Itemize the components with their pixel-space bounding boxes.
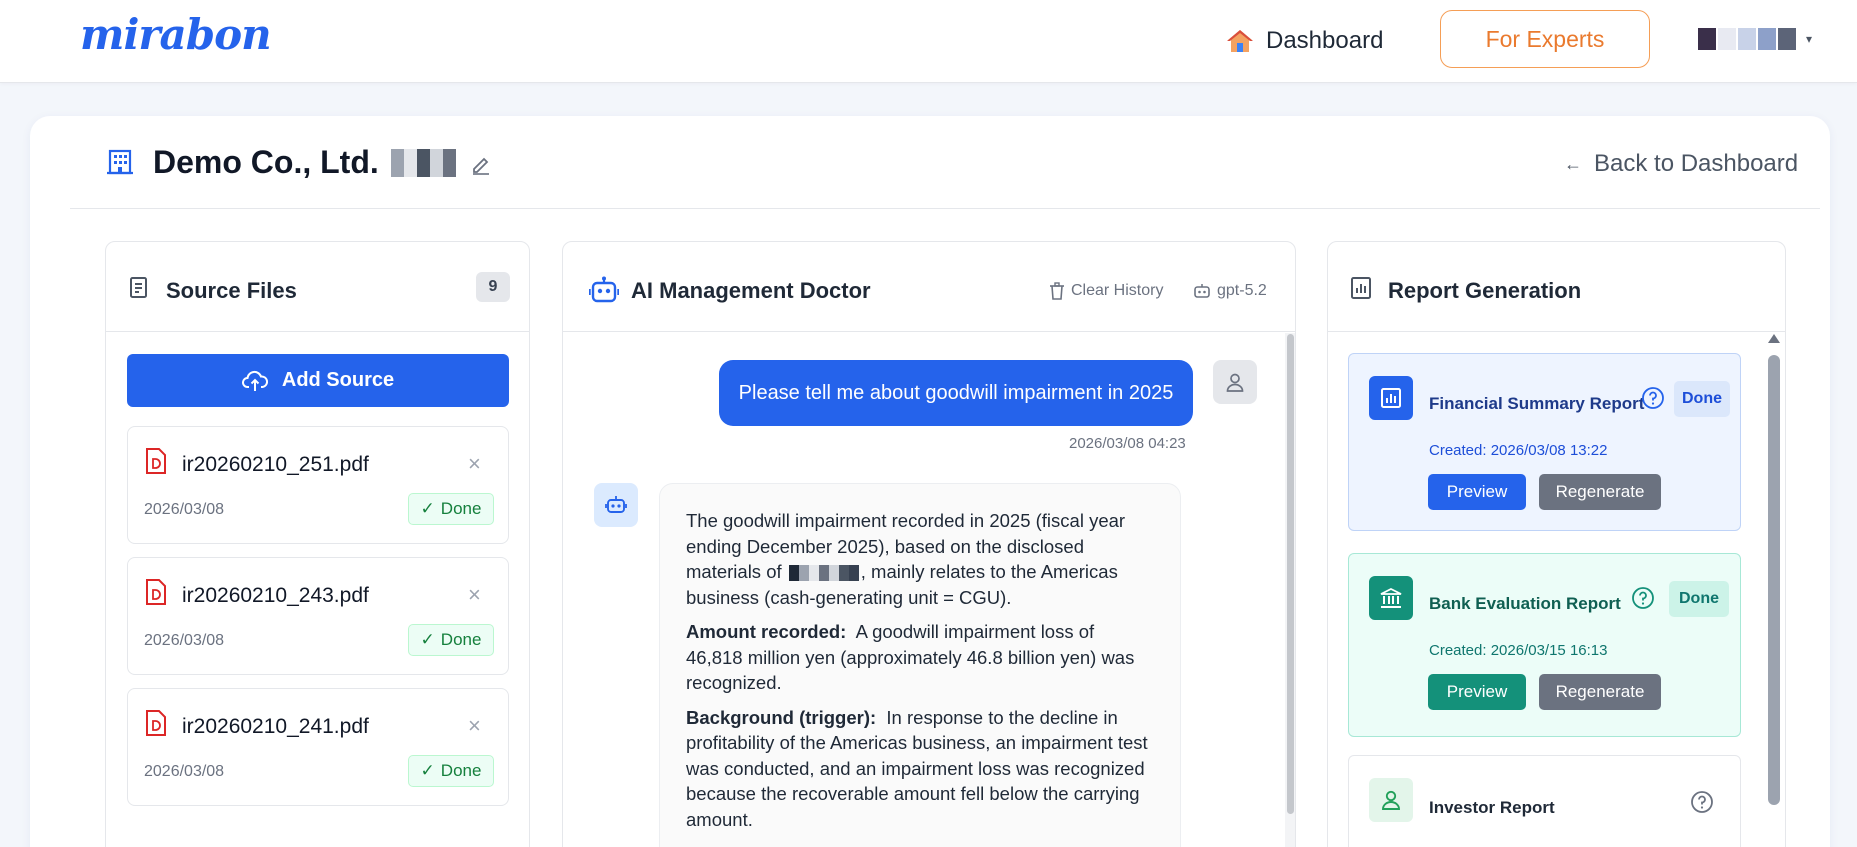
- add-source-label: Add Source: [281, 369, 395, 391]
- document-icon: [130, 277, 147, 298]
- pdf-file-icon: [146, 710, 166, 736]
- redacted-company: [788, 565, 859, 582]
- pdf-file-icon: [146, 579, 166, 605]
- regenerate-button[interactable]: Regenerate: [1539, 674, 1661, 710]
- report-generation-header: Report Generation: [1328, 242, 1785, 332]
- regenerate-button[interactable]: Regenerate: [1539, 474, 1661, 510]
- report-title: Investor Report: [1429, 798, 1555, 817]
- source-files-panel: Source Files 9 Add Source ir20260210_251…: [105, 241, 530, 847]
- scroll-up-icon[interactable]: [1768, 334, 1780, 343]
- close-icon[interactable]: ×: [468, 713, 481, 739]
- source-count-badge: 9: [476, 272, 510, 302]
- status-badge: Done: [1669, 581, 1729, 617]
- redacted-name: [390, 148, 456, 177]
- help-icon[interactable]: [1641, 386, 1665, 410]
- report-generation-title: Report Generation: [1388, 278, 1582, 303]
- model-selector[interactable]: gpt-5.2: [1193, 282, 1267, 300]
- company-name: Demo Co., Ltd.: [153, 144, 379, 180]
- ai-doctor-header: AI Management Doctor Clear History gpt-5…: [563, 242, 1295, 332]
- check-icon: ✓: [420, 630, 435, 649]
- trash-icon: [1050, 282, 1064, 300]
- file-date: 2026/03/08: [144, 501, 225, 518]
- source-files-title: Source Files: [166, 278, 297, 303]
- for-experts-button[interactable]: For Experts: [1440, 10, 1650, 68]
- report-title: Financial Summary Report: [1429, 394, 1645, 413]
- bot-message: The goodwill impairment recorded in 2025…: [659, 483, 1181, 847]
- status-label: Done: [440, 630, 482, 649]
- user-message: Please tell me about goodwill impairment…: [719, 360, 1193, 426]
- report-card-financial-summary: Financial Summary Report Done Created: 2…: [1348, 353, 1741, 531]
- bot-bold-label: Background (trigger):: [686, 706, 877, 728]
- preview-button[interactable]: Preview: [1428, 474, 1526, 510]
- bot-bold-label: Amount recorded:: [686, 621, 847, 642]
- file-date: 2026/03/08: [144, 763, 225, 780]
- close-icon[interactable]: ×: [468, 582, 481, 608]
- user-menu[interactable]: ▾: [1698, 24, 1812, 54]
- user-avatar-redacted: [1698, 28, 1796, 50]
- file-name: ir20260210_241.pdf: [182, 715, 369, 738]
- robot-icon: [1194, 284, 1210, 298]
- robot-icon: [589, 276, 619, 303]
- building-icon: [107, 149, 133, 175]
- status-label: Done: [440, 761, 482, 780]
- preview-button[interactable]: Preview: [1428, 674, 1526, 710]
- robot-icon: [605, 496, 627, 513]
- user-icon: [1369, 778, 1413, 822]
- file-name: ir20260210_251.pdf: [182, 453, 369, 476]
- file-date: 2026/03/08: [144, 632, 225, 649]
- nav-dashboard-link[interactable]: Dashboard: [1226, 24, 1383, 58]
- chat-scrollbar-thumb[interactable]: [1287, 334, 1294, 814]
- close-icon[interactable]: ×: [468, 451, 481, 477]
- bar-chart-icon: [1369, 376, 1413, 420]
- user-icon: [1226, 373, 1244, 392]
- back-label: Back to Dashboard: [1594, 150, 1799, 177]
- house-icon: [1227, 30, 1253, 52]
- source-file-item[interactable]: ir20260210_243.pdf × 2026/03/08 ✓ Done: [127, 557, 509, 675]
- report-card-bank-evaluation: Bank Evaluation Report Done Created: 202…: [1348, 553, 1741, 737]
- report-card-investor: Investor Report: [1348, 755, 1741, 847]
- source-file-item[interactable]: ir20260210_241.pdf × 2026/03/08 ✓ Done: [127, 688, 509, 806]
- model-label: gpt-5.2: [1217, 282, 1267, 299]
- report-created: Created: 2026/03/08 13:22: [1429, 442, 1608, 459]
- status-label: Done: [440, 499, 482, 518]
- back-to-dashboard-link[interactable]: ← Back to Dashboard: [1564, 150, 1798, 178]
- bot-paragraph: Amount recorded: A goodwill impairment l…: [686, 619, 1154, 696]
- pdf-file-icon: [146, 448, 166, 474]
- app-logo[interactable]: mirabon: [80, 10, 272, 59]
- user-avatar: [1213, 360, 1257, 404]
- report-title: Bank Evaluation Report: [1429, 594, 1621, 613]
- clear-history-label: Clear History: [1071, 282, 1164, 299]
- page-title: Demo Co., Ltd.: [153, 144, 456, 181]
- top-navbar: mirabon Dashboard For Experts ▾: [0, 0, 1857, 83]
- help-icon[interactable]: [1631, 586, 1655, 610]
- bot-avatar: [594, 483, 638, 527]
- clear-history-button[interactable]: Clear History: [1049, 282, 1163, 300]
- bot-paragraph: Background (trigger): In response to the…: [686, 705, 1154, 833]
- bar-chart-icon: [1351, 277, 1371, 299]
- status-badge: ✓ Done: [408, 493, 494, 525]
- check-icon: ✓: [420, 761, 435, 780]
- ai-doctor-title: AI Management Doctor: [631, 278, 871, 303]
- arrow-left-icon: ←: [1564, 153, 1582, 174]
- report-generation-panel: Report Generation Financial Summary Repo…: [1327, 241, 1786, 847]
- report-created: Created: 2026/03/15 16:13: [1429, 642, 1608, 659]
- source-file-item[interactable]: ir20260210_251.pdf × 2026/03/08 ✓ Done: [127, 426, 509, 544]
- report-scrollbar-thumb[interactable]: [1768, 355, 1780, 805]
- chevron-down-icon: ▾: [1806, 32, 1813, 46]
- status-badge: ✓ Done: [408, 624, 494, 656]
- bot-paragraph: The goodwill impairment recorded in 2025…: [686, 508, 1154, 610]
- cloud-upload-icon: [241, 370, 268, 391]
- status-badge: ✓ Done: [408, 755, 494, 787]
- ai-doctor-panel: AI Management Doctor Clear History gpt-5…: [562, 241, 1296, 847]
- check-icon: ✓: [420, 499, 435, 518]
- nav-dashboard-label: Dashboard: [1266, 27, 1384, 54]
- bank-icon: [1369, 576, 1413, 620]
- file-name: ir20260210_243.pdf: [182, 584, 369, 607]
- add-source-button[interactable]: Add Source: [127, 354, 509, 407]
- edit-icon[interactable]: [470, 153, 492, 175]
- source-files-header: Source Files 9: [106, 242, 529, 332]
- status-badge: Done: [1674, 381, 1730, 417]
- help-icon[interactable]: [1690, 790, 1714, 814]
- message-timestamp: 2026/03/08 04:23: [1069, 435, 1186, 452]
